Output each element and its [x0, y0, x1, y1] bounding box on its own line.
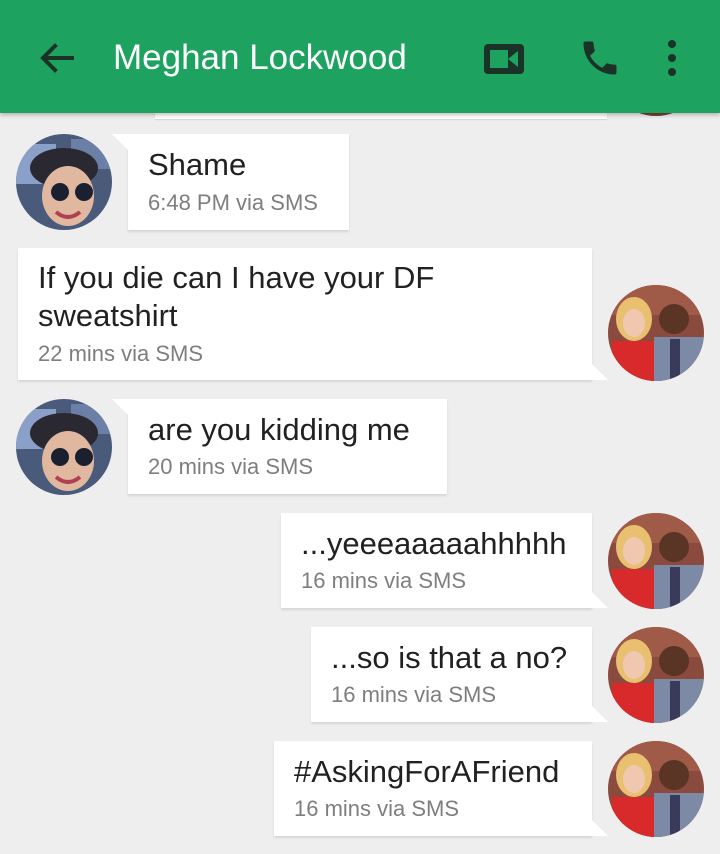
contact-avatar[interactable]: [16, 399, 112, 495]
more-vert-icon[interactable]: [660, 36, 684, 80]
message-timestamp: 20 mins via SMS: [148, 454, 314, 479]
contact-avatar[interactable]: [16, 134, 112, 230]
app-bar: Meghan Lockwood: [0, 0, 720, 113]
my-avatar[interactable]: [608, 285, 704, 381]
back-arrow-icon[interactable]: [36, 38, 76, 78]
phone-icon[interactable]: [578, 36, 622, 80]
message-text: ...so is that a no?: [331, 640, 568, 675]
message-timestamp: 16 mins via SMS: [301, 568, 467, 593]
message-timestamp: 22 mins via SMS: [38, 341, 204, 366]
message-bubble-outgoing[interactable]: If you die can I have your DF sweatshirt…: [18, 248, 608, 380]
message-text-line-2: sweatshirt: [38, 298, 178, 333]
message-text: Shame: [148, 147, 247, 182]
message-bubble-outgoing[interactable]: #AskingForAFriend 16 mins via SMS: [274, 741, 608, 836]
message-bubble-incoming[interactable]: are you kidding me 20 mins via SMS: [112, 399, 447, 494]
message-text: #AskingForAFriend: [294, 754, 560, 789]
message-timestamp: 6:48 PM via SMS: [148, 190, 318, 215]
message-timestamp: 16 mins via SMS: [331, 682, 497, 707]
my-avatar[interactable]: [608, 513, 704, 609]
my-avatar[interactable]: [608, 741, 704, 837]
conversation-title: Meghan Lockwood: [113, 38, 407, 77]
message-bubble-incoming[interactable]: Shame 6:48 PM via SMS: [112, 134, 349, 230]
message-text: are you kidding me: [148, 412, 410, 447]
my-avatar[interactable]: [608, 627, 704, 723]
message-bubble-outgoing[interactable]: ...so is that a no? 16 mins via SMS: [311, 627, 608, 722]
message-timestamp: 16 mins via SMS: [294, 796, 460, 821]
message-text: ...yeeeaaaaahhhhh: [301, 526, 567, 561]
videocam-icon[interactable]: [480, 38, 528, 78]
message-text-line-1: If you die can I have your DF: [38, 260, 435, 295]
message-bubble-outgoing[interactable]: ...yeeeaaaaahhhhh 16 mins via SMS: [281, 513, 608, 608]
